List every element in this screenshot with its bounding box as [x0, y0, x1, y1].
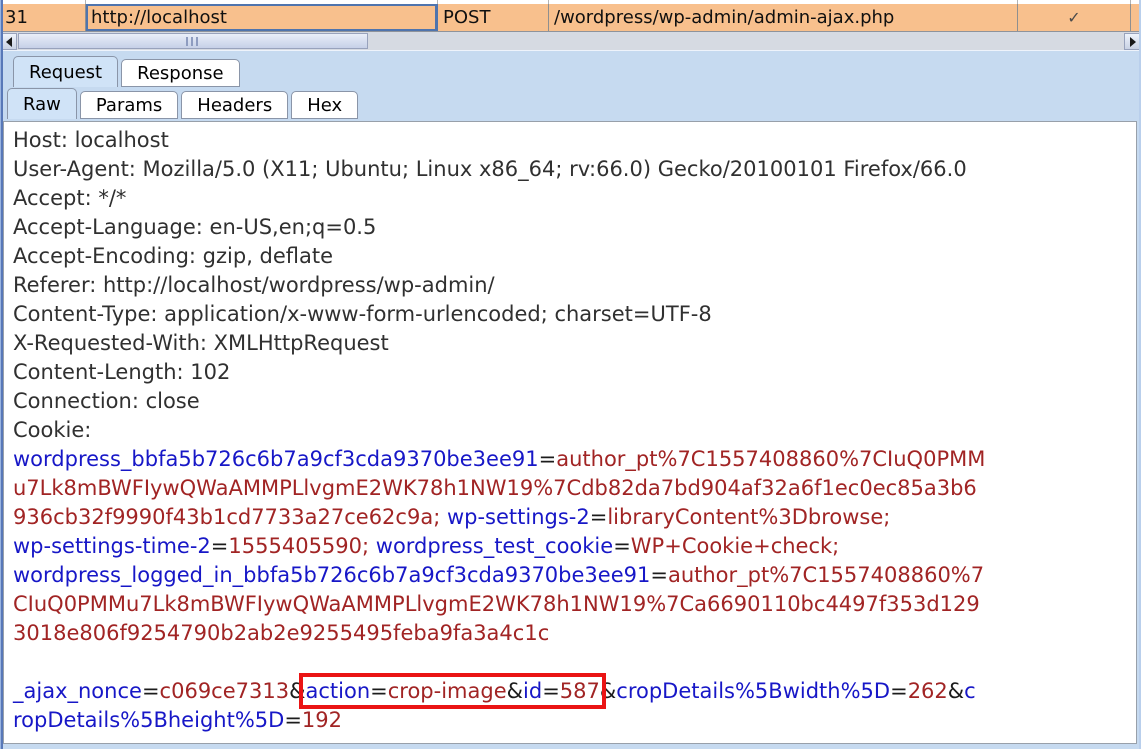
request-text-segment: Accept-Language: en-US,en;q=0.5	[13, 215, 376, 239]
request-text-segment: id	[523, 679, 542, 703]
request-text-segment: wordpress_logged_in_bbfa5b726c6b7a9cf3cd…	[13, 563, 650, 587]
request-text-segment: WP+Cookie+check;	[631, 534, 839, 558]
request-text-segment: Connection: close	[13, 389, 200, 413]
request-line: Host: localhost	[13, 126, 1136, 155]
request-line: Connection: close	[13, 387, 1136, 416]
request-text-segment: =	[539, 447, 557, 471]
request-text-segment: wp-settings-time-2	[13, 534, 211, 558]
raw-request-textarea[interactable]: Host: localhost User-Agent: Mozilla/5.0 (…	[3, 121, 1137, 744]
request-line: 3018e806f9254790b2ab2e9255495feba9fa3a4c…	[13, 619, 1136, 648]
request-text-segment: &	[507, 679, 523, 703]
request-line	[13, 648, 1136, 677]
request-text-segment: =	[613, 534, 631, 558]
scroll-left-icon	[6, 37, 12, 47]
request-text-segment: 936cb32f9990f43b1cd7733a27ce62c9a;	[13, 505, 447, 529]
request-text-segment: =	[142, 679, 160, 703]
request-text-segment: Accept: */*	[13, 186, 126, 210]
request-line: wp-settings-time-2=1555405590; wordpress…	[13, 532, 1136, 561]
tab-raw[interactable]: Raw	[7, 88, 77, 119]
row-method-cell[interactable]: POST	[438, 4, 549, 31]
request-text-segment: _ajax_nonce	[13, 679, 142, 703]
row-status-check-icon[interactable]: ✓	[1018, 4, 1131, 31]
request-line: _ajax_nonce=c069ce7313&action=crop-image…	[13, 677, 1136, 706]
request-text-segment: &	[289, 679, 305, 703]
scroll-right-icon	[1130, 37, 1136, 47]
horizontal-scrollbar[interactable]	[0, 31, 1141, 50]
request-text-segment: CIuQ0PMMu7Lk8mBWFIywQWaAMMPLlvgmE2WK78h1…	[13, 592, 980, 616]
request-line: u7Lk8mBWFIywQWaAMMPLlvgmE2WK78h1NW19%7Cd…	[13, 474, 1136, 503]
tab-hex[interactable]: Hex	[291, 91, 358, 119]
row-number-cell[interactable]: 31	[0, 4, 86, 31]
request-text-segment: User-Agent: Mozilla/5.0 (X11; Ubuntu; Li…	[13, 157, 967, 181]
window-frame-left	[0, 0, 3, 749]
request-text-segment: wordpress_bbfa5b726c6b7a9cf3cda9370be3ee…	[13, 447, 539, 471]
request-text-segment: X-Requested-With: XMLHttpRequest	[13, 331, 389, 355]
request-text-segment: &	[948, 679, 964, 703]
request-text-segment: Accept-Encoding: gzip, deflate	[13, 244, 333, 268]
request-text-segment: c069ce7313	[160, 679, 290, 703]
request-text-segment: 192	[302, 708, 342, 732]
request-text-segment: =	[211, 534, 229, 558]
request-line: X-Requested-With: XMLHttpRequest	[13, 329, 1136, 358]
request-text-segment: =	[542, 679, 560, 703]
request-text-segment: =	[284, 708, 302, 732]
request-text-segment: author_pt%7C1557408860%7	[668, 563, 984, 587]
request-text-segment: =	[370, 679, 388, 703]
request-line: 936cb32f9990f43b1cd7733a27ce62c9a; wp-se…	[13, 503, 1136, 532]
request-line: CIuQ0PMMu7Lk8mBWFIywQWaAMMPLlvgmE2WK78h1…	[13, 590, 1136, 619]
request-text-segment: Host: localhost	[13, 128, 169, 152]
request-text-segment: Content-Length: 102	[13, 360, 230, 384]
history-table-row[interactable]: 31 http://localhost POST /wordpress/wp-a…	[0, 4, 1141, 31]
scrollbar-thumb[interactable]	[18, 33, 368, 49]
request-line: Cookie:	[13, 416, 1136, 445]
request-text-segment: wp-settings-2	[447, 505, 590, 529]
request-text-segment: 1555405590;	[228, 534, 375, 558]
request-text-segment: 587	[560, 679, 600, 703]
request-text-segment: Cookie:	[13, 418, 91, 442]
request-text-segment: wordpress_test_cookie	[376, 534, 613, 558]
request-text-segment: cropDetails%5Bwidth%5D	[616, 679, 890, 703]
request-text-segment: libraryContent%3Dbrowse;	[607, 505, 890, 529]
row-url-cell[interactable]: /wordpress/wp-admin/admin-ajax.php	[549, 4, 1018, 31]
request-text-segment: =	[650, 563, 668, 587]
request-text-segment: Content-Type: application/x-www-form-url…	[13, 302, 712, 326]
main-tab-bar: Request Response	[13, 56, 243, 87]
request-text-segment: author_pt%7C1557408860%7CIuQ0PMM	[556, 447, 985, 471]
request-line: ropDetails%5Bheight%5D=192	[13, 706, 1136, 735]
request-line: Accept-Language: en-US,en;q=0.5	[13, 213, 1136, 242]
request-text-segment: Referer: http://localhost/wordpress/wp-a…	[13, 273, 495, 297]
request-line: Referer: http://localhost/wordpress/wp-a…	[13, 271, 1136, 300]
request-text-segment: &	[600, 679, 616, 703]
tab-response[interactable]: Response	[121, 59, 239, 87]
tab-headers[interactable]: Headers	[181, 91, 288, 119]
request-text-segment: =	[590, 505, 608, 529]
scrollbar-grip-icon	[186, 37, 200, 46]
message-viewer-pane: Request Response Raw Params Headers Hex …	[0, 50, 1141, 749]
request-line: Content-Length: 102	[13, 358, 1136, 387]
request-text-segment: u7Lk8mBWFIywQWaAMMPLlvgmE2WK78h1NW19%7Cd…	[13, 476, 977, 500]
request-line: Accept-Encoding: gzip, deflate	[13, 242, 1136, 271]
request-text-segment: crop-image	[388, 679, 507, 703]
request-text-segment: 262	[908, 679, 948, 703]
request-line: wordpress_logged_in_bbfa5b726c6b7a9cf3cd…	[13, 561, 1136, 590]
sub-tab-bar: Raw Params Headers Hex	[7, 88, 361, 119]
request-text-segment: =	[890, 679, 908, 703]
request-line: Accept: */*	[13, 184, 1136, 213]
row-host-cell[interactable]: http://localhost	[86, 4, 438, 31]
request-line: wordpress_bbfa5b726c6b7a9cf3cda9370be3ee…	[13, 445, 1136, 474]
request-line: User-Agent: Mozilla/5.0 (X11; Ubuntu; Li…	[13, 155, 1136, 184]
annotation-highlight-box: action=crop-image&id=587	[305, 679, 599, 703]
request-text-segment: c	[964, 679, 976, 703]
request-line: Content-Type: application/x-www-form-url…	[13, 300, 1136, 329]
request-text-segment: 3018e806f9254790b2ab2e9255495feba9fa3a4c…	[13, 621, 549, 645]
tab-request[interactable]: Request	[13, 56, 118, 87]
tab-params[interactable]: Params	[80, 91, 178, 119]
request-text-segment: action	[305, 679, 370, 703]
request-text-segment: ropDetails%5Bheight%5D	[13, 708, 284, 732]
